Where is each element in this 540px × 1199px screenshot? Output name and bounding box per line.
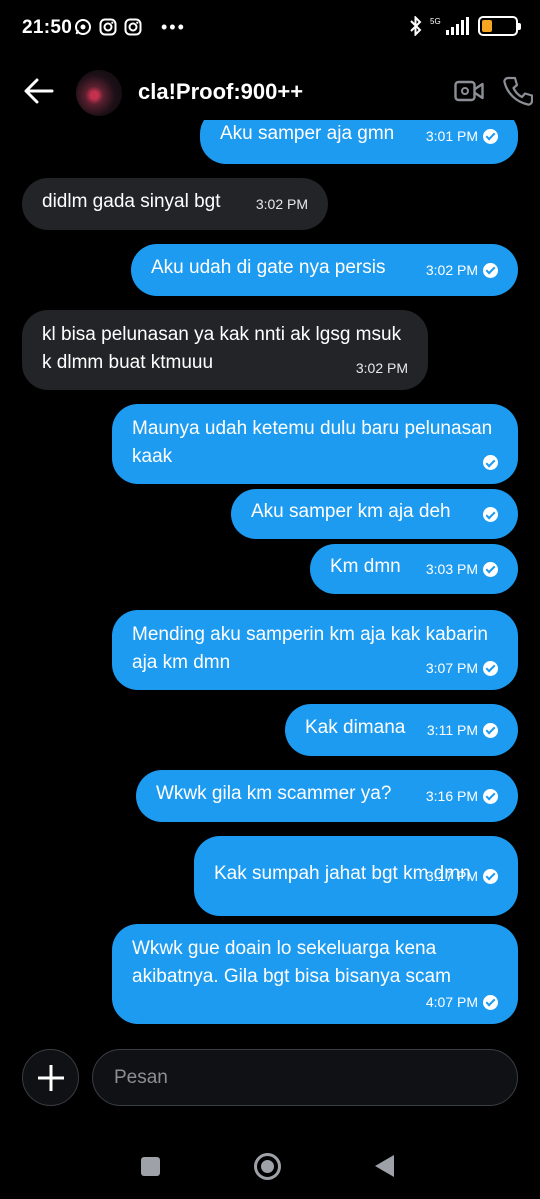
read-receipt-icon: [483, 788, 498, 804]
message-bubble-sent[interactable]: Wkwk gila km scammer ya? 3:16 PM: [136, 770, 518, 822]
recents-button[interactable]: [141, 1157, 160, 1176]
message-text: Km dmn: [330, 556, 401, 577]
message-bubble-sent[interactable]: Km dmn 3:03 PM: [310, 544, 518, 594]
message-list[interactable]: Aku samper aja gmn 3:01 PM didlm gada siny…: [0, 120, 540, 1040]
message-text: Kak dimana: [305, 717, 406, 738]
message-bubble-sent[interactable]: Aku samper km aja deh: [231, 489, 518, 539]
message-meta: 3:03 PM: [426, 561, 498, 577]
back-arrow-icon[interactable]: [22, 76, 56, 106]
message-meta: 3:07 PM: [426, 660, 498, 676]
status-bar: 21:50 ••• 5G 31: [0, 0, 540, 56]
message-bubble-sent[interactable]: Kak dimana 3:11 PM: [285, 704, 518, 756]
message-text: Aku samper aja gmn: [220, 123, 395, 144]
instagram-icon: [124, 18, 142, 36]
read-receipt-icon: [483, 660, 498, 676]
message-timestamp: 3:03 PM: [425, 561, 478, 577]
message-bubble-received[interactable]: kl bisa pelunasan ya kak nnti ak lgsg ms…: [22, 310, 428, 390]
contact-name[interactable]: cla!Proof:900++: [138, 79, 303, 105]
system-back-button[interactable]: [375, 1155, 394, 1177]
message-timestamp: 3:01 PM: [425, 128, 478, 144]
message-bubble-sent[interactable]: Kak sumpah jahat bgt km dmn 3:17 PM: [194, 836, 518, 916]
message-text: Wkwk gila km scammer ya?: [156, 783, 392, 804]
message-bubble-sent[interactable]: Aku udah di gate nya persis 3:02 PM: [131, 244, 518, 296]
whatsapp-icon: [75, 19, 91, 35]
system-icons: 5G 31: [410, 16, 521, 36]
message-text: Maunya udah ketemu dulu baru pelunasan k…: [132, 418, 493, 467]
message-meta: 3:01 PM: [426, 128, 498, 144]
message-meta: 3:11 PM: [427, 722, 498, 738]
home-button[interactable]: [254, 1153, 281, 1180]
more-notifications-icon: •••: [161, 17, 186, 37]
message-timestamp: 3:07 PM: [425, 660, 478, 676]
read-receipt-icon: [483, 128, 498, 144]
read-receipt-icon: [483, 868, 498, 884]
message-timestamp: 3:16 PM: [425, 788, 478, 804]
status-time: 21:50: [22, 17, 73, 38]
message-meta: 4:07 PM: [426, 994, 498, 1010]
message-meta: 3:02 PM: [256, 196, 308, 212]
chat-header: cla!Proof:900++: [0, 64, 540, 120]
video-call-icon[interactable]: [454, 78, 484, 104]
read-receipt-icon: [483, 455, 498, 470]
read-receipt-icon: [483, 507, 498, 522]
message-meta: 3:16 PM: [426, 788, 498, 804]
read-receipt-icon: [483, 561, 498, 577]
battery-fill: [482, 20, 492, 32]
message-meta: [483, 455, 498, 470]
message-bubble-sent[interactable]: Wkwk gue doain lo sekeluarga kena akibat…: [112, 924, 518, 1024]
message-input[interactable]: Pesan: [92, 1049, 518, 1106]
message-bubble-received[interactable]: didlm gada sinyal bgt 3:02 PM: [22, 178, 328, 230]
notification-icons: •••: [74, 18, 186, 36]
message-timestamp: 3:11 PM: [426, 722, 478, 738]
network-type: 5G: [430, 17, 441, 26]
message-meta: 3:17 PM: [426, 868, 498, 884]
message-meta: [483, 507, 498, 522]
message-text: Wkwk gue doain lo sekeluarga kena akibat…: [132, 938, 451, 987]
message-timestamp: 3:02 PM: [425, 262, 478, 278]
message-bubble-sent[interactable]: Maunya udah ketemu dulu baru pelunasan k…: [112, 404, 518, 484]
message-text: Aku samper km aja deh: [251, 501, 451, 522]
instagram-icon: [99, 18, 117, 36]
message-input-placeholder: Pesan: [114, 1067, 168, 1088]
message-bubble-sent[interactable]: Aku samper aja gmn 3:01 PM: [200, 120, 518, 164]
message-timestamp: 4:07 PM: [425, 994, 478, 1010]
add-attachment-button[interactable]: [22, 1049, 79, 1106]
message-text: didlm gada sinyal bgt: [42, 191, 221, 212]
message-text: Kak sumpah jahat bgt km dmn: [214, 863, 471, 884]
avatar[interactable]: [76, 70, 122, 116]
battery-icon: 31: [478, 16, 521, 36]
read-receipt-icon: [483, 994, 498, 1010]
read-receipt-icon: [483, 722, 498, 738]
message-timestamp: 3:02 PM: [355, 360, 408, 376]
message-timestamp: 3:02 PM: [255, 196, 308, 212]
message-text: Aku udah di gate nya persis: [151, 257, 386, 278]
message-meta: 3:02 PM: [426, 262, 498, 278]
message-timestamp: 3:17 PM: [425, 868, 478, 884]
read-receipt-icon: [483, 262, 498, 278]
message-meta: 3:02 PM: [356, 360, 408, 376]
phone-call-icon[interactable]: [503, 76, 533, 106]
battery-level: 31: [491, 20, 505, 32]
signal-icon: 5G: [430, 17, 469, 35]
message-bubble-sent[interactable]: Mending aku samperin km aja kak kabarin …: [112, 610, 518, 690]
bluetooth-icon: [410, 16, 422, 36]
